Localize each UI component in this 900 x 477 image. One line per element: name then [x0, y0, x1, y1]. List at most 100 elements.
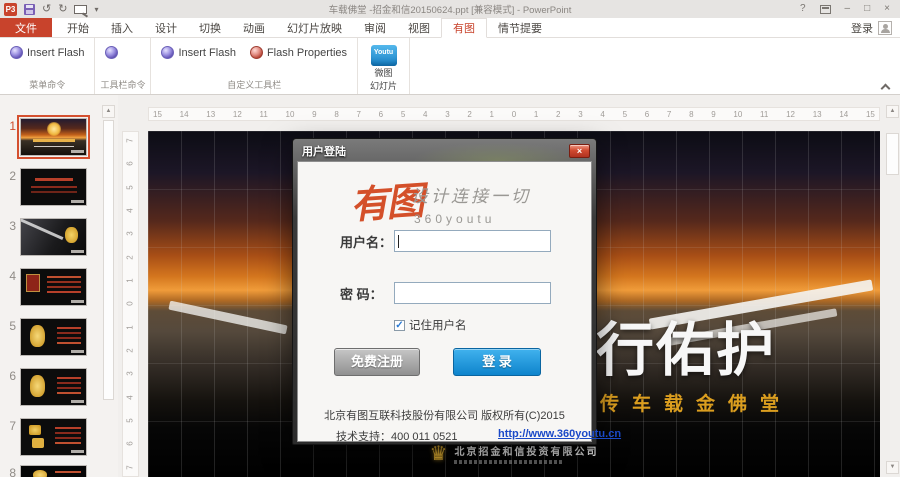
- slide-thumbnail-panel: 1 2 3 4 5 6 7 8: [0, 95, 118, 477]
- ruler-number: 1: [125, 325, 135, 330]
- slide-thumbnail-4[interactable]: 4: [6, 268, 87, 306]
- redo-icon[interactable]: ↻: [58, 3, 67, 15]
- ribbon-display-options-icon[interactable]: [819, 4, 831, 14]
- login-link[interactable]: 登录: [851, 20, 873, 36]
- help-button[interactable]: ?: [800, 4, 806, 14]
- main-scrollbar[interactable]: ▲ ▼: [885, 105, 900, 477]
- slide-thumbnail-3[interactable]: 3: [6, 218, 87, 256]
- maximize-button[interactable]: □: [864, 4, 870, 14]
- slide-thumbnail-image[interactable]: [20, 318, 87, 356]
- login-button[interactable]: 登 录: [453, 348, 541, 376]
- tab-插入[interactable]: 插入: [100, 18, 144, 37]
- ribbon-tab-bar: 文件 开始 插入 设计 切换 动画 幻灯片放映 审阅 视图 有图 情节提要 登录: [0, 18, 900, 38]
- ruler-number: 6: [125, 441, 135, 447]
- slide-thumbnail-image[interactable]: [20, 218, 87, 256]
- logo-slogan: 设计连接一切: [411, 187, 531, 207]
- username-input[interactable]: [394, 230, 551, 252]
- tab-file[interactable]: 文件: [0, 18, 52, 37]
- flash-properties-button[interactable]: Flash Properties: [248, 44, 349, 61]
- ruler-number: 6: [125, 161, 135, 167]
- slide-number: 1: [9, 119, 16, 133]
- tab-设计[interactable]: 设计: [144, 18, 188, 37]
- minimize-button[interactable]: –: [845, 4, 851, 14]
- slide-thumbnail-1[interactable]: 1: [6, 115, 90, 159]
- customize-qat-icon[interactable]: ▾: [94, 5, 98, 14]
- ruler-number: 7: [125, 138, 135, 143]
- slide-thumbnail-6[interactable]: 6: [6, 368, 87, 406]
- thumbnail-watermark: [71, 450, 84, 453]
- slide-thumbnail-7[interactable]: 7: [6, 418, 87, 456]
- tab-动画[interactable]: 动画: [232, 18, 276, 37]
- ruler-number: 6: [378, 109, 384, 119]
- ruler-number: 14: [179, 109, 189, 119]
- tab-有图[interactable]: 有图: [441, 18, 487, 38]
- password-label: 密 码：: [340, 286, 383, 302]
- support-url-link[interactable]: http://www.360youtu.cn: [498, 428, 621, 440]
- company-crest-icon: ♛: [429, 442, 448, 465]
- text-caret: [398, 234, 399, 248]
- collapse-ribbon-icon[interactable]: [880, 82, 890, 90]
- free-register-button[interactable]: 免费注册: [334, 348, 420, 376]
- ruler-number: 10: [733, 109, 743, 119]
- dialog-close-button[interactable]: ×: [569, 144, 590, 158]
- thumbnail-watermark: [71, 250, 84, 253]
- remember-username-checkbox[interactable]: ✓: [394, 319, 405, 331]
- ruler-number: 5: [400, 109, 406, 119]
- ruler-number: 3: [445, 109, 450, 119]
- slide-thumbnail-image[interactable]: [20, 268, 87, 306]
- ruler-number: 2: [556, 109, 561, 119]
- ruler-number: 15: [153, 109, 162, 119]
- insert-flash-button[interactable]: Insert Flash: [8, 44, 86, 61]
- slide-number: 7: [9, 419, 16, 433]
- slide-thumbnail-image[interactable]: [20, 168, 87, 206]
- scrollbar-thumb[interactable]: [886, 133, 899, 175]
- thumbnail-watermark: [71, 150, 84, 153]
- ruler-number: 13: [206, 109, 216, 119]
- thumbnail-watermark: [71, 350, 84, 353]
- scroll-down-icon[interactable]: ▼: [886, 461, 899, 474]
- start-slideshow-icon[interactable]: [74, 4, 88, 14]
- close-button[interactable]: ×: [884, 4, 890, 14]
- tab-开始[interactable]: 开始: [56, 18, 100, 37]
- tab-视图[interactable]: 视图: [397, 18, 441, 37]
- tab-切换[interactable]: 切换: [188, 18, 232, 37]
- slide-thumbnail-5[interactable]: 5: [6, 318, 87, 356]
- slide-thumbnail-8[interactable]: 8: [6, 465, 87, 477]
- vertical-ruler: 7 6 5 4 3 2 1 0 1 2 3 4 5 6 7: [122, 131, 139, 477]
- slide-thumbnail-image[interactable]: [17, 115, 90, 159]
- tab-幻灯片放映[interactable]: 幻灯片放映: [276, 18, 353, 37]
- dialog-title-bar[interactable]: 用户登陆 ×: [297, 141, 592, 161]
- scrollbar-thumb[interactable]: [103, 120, 114, 400]
- undo-icon[interactable]: ↺: [42, 3, 51, 15]
- ribbon: Insert Flash 菜单命令 工具栏命令 Insert Flash Flash P…: [0, 38, 900, 107]
- scroll-up-icon[interactable]: ▲: [102, 105, 115, 118]
- ribbon-group-label: 工具栏命令: [100, 80, 146, 90]
- slide-thumbnail-image[interactable]: [20, 465, 87, 477]
- slide-thumbnail-image[interactable]: [20, 368, 87, 406]
- flash-icon: [105, 46, 119, 59]
- insert-flash-button[interactable]: Insert Flash: [159, 44, 237, 61]
- ruler-number: 2: [467, 109, 472, 119]
- weitu-slides-button[interactable]: Youtu 微图 幻灯片: [366, 44, 401, 93]
- password-input[interactable]: [394, 282, 551, 304]
- thumbnail-scrollbar[interactable]: ▲: [102, 105, 115, 477]
- tab-审阅[interactable]: 审阅: [353, 18, 397, 37]
- save-icon[interactable]: [24, 3, 35, 15]
- ribbon-group: 工具栏命令: [95, 38, 152, 94]
- slide-thumbnail-image[interactable]: [20, 418, 87, 456]
- slide-number: 4: [9, 269, 16, 283]
- remember-username-label: 记住用户名: [409, 320, 467, 332]
- scroll-up-icon[interactable]: ▲: [886, 105, 899, 118]
- ruler-number: 7: [125, 465, 135, 470]
- ruler-number: 12: [232, 109, 242, 119]
- ruler-number: 9: [711, 109, 716, 119]
- ruler-number: 6: [644, 109, 650, 119]
- tab-情节提要[interactable]: 情节提要: [487, 18, 553, 37]
- copyright-text: 北京有图互联科技股份有限公司 版权所有(C)2015: [324, 410, 565, 422]
- button-label: Insert Flash: [178, 46, 236, 59]
- slide-thumbnail-2[interactable]: 2: [6, 168, 87, 206]
- flash-button[interactable]: [103, 44, 120, 61]
- slide-number: 8: [9, 466, 16, 477]
- account-login[interactable]: 登录: [851, 18, 900, 37]
- company-name: 北京招金和信投资有限公司: [454, 447, 599, 458]
